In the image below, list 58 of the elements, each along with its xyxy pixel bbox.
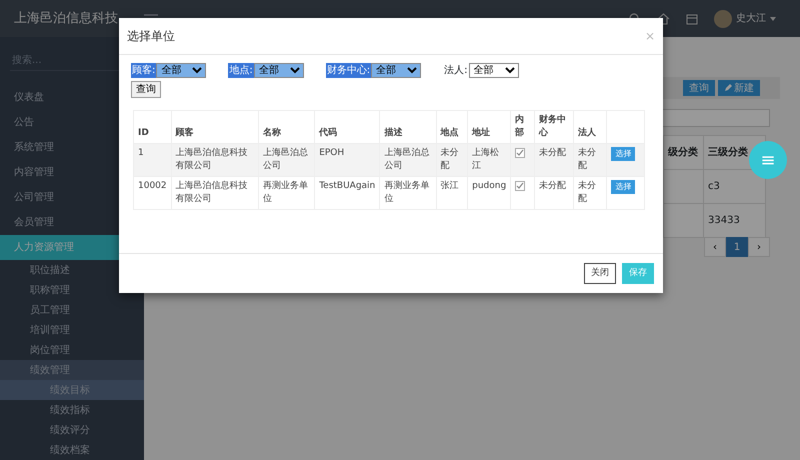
- app-title: 上海邑泊信息科技: [13, 10, 119, 28]
- query-button[interactable]: 查询: [131, 81, 161, 98]
- table-cell: TestBUAgain: [314, 176, 380, 210]
- sidebar-item[interactable]: 培训管理: [0, 320, 144, 340]
- select-field[interactable]: 全部: [254, 63, 304, 78]
- checkbox[interactable]: [515, 180, 526, 191]
- close-button[interactable]: 关闭: [584, 262, 616, 284]
- table-cell: 张江: [436, 176, 468, 210]
- table-cell: 再测业务单位: [258, 176, 315, 210]
- table-cell: 未分配: [574, 144, 607, 177]
- table-cell: 未分配: [436, 144, 468, 177]
- new-button[interactable]: 新建: [718, 80, 760, 96]
- table-cell: pudong: [468, 176, 511, 210]
- avatar[interactable]: [714, 10, 732, 28]
- caret-icon[interactable]: [770, 16, 776, 20]
- filter-label: 法人:: [443, 64, 468, 78]
- sidebar-item[interactable]: 绩效档案: [0, 440, 144, 460]
- sidebar-item[interactable]: 绩效指标: [0, 400, 144, 420]
- filter-label: 财务中心:: [326, 63, 372, 78]
- table-cell: 33433: [704, 204, 766, 238]
- query-button[interactable]: 查询: [683, 80, 715, 96]
- modal-title: 选择单位: [127, 28, 175, 45]
- column-header: ID: [134, 110, 172, 144]
- select-button[interactable]: 选择: [611, 147, 636, 161]
- checkbox[interactable]: [515, 148, 526, 158]
- table-cell: 上海松江: [468, 144, 511, 177]
- user-name[interactable]: 史大江: [736, 11, 766, 26]
- sidebar-item[interactable]: 员工管理: [0, 300, 144, 320]
- table-cell: EPOH: [314, 144, 380, 177]
- table-cell: 上海邑泊总公司: [380, 144, 436, 177]
- save-button[interactable]: 保存: [622, 262, 654, 284]
- table-cell: 上海邑泊信息科技有限公司: [171, 144, 258, 177]
- table-cell: c3: [704, 170, 766, 204]
- table-cell: 未分配: [534, 176, 574, 210]
- sidebar-item[interactable]: 绩效管理: [0, 360, 144, 380]
- calendar-icon[interactable]: [686, 12, 698, 24]
- column-header: 级分类: [664, 136, 704, 170]
- table-cell: 未分配: [574, 176, 607, 210]
- select-field[interactable]: 全部: [468, 63, 518, 78]
- select-button[interactable]: 选择: [611, 180, 636, 194]
- table-cell: 未分配: [534, 144, 574, 177]
- table-cell: 再测业务单位: [380, 176, 436, 210]
- table-cell: 1: [134, 144, 172, 177]
- close-button[interactable]: ×: [644, 27, 655, 45]
- select-field[interactable]: 全部: [371, 63, 422, 78]
- previous-page-button[interactable]: ‹: [704, 237, 726, 257]
- table-cell: 上海邑泊信息科技有限公司: [171, 176, 258, 210]
- filter-label: 顾客:: [131, 63, 156, 78]
- sidebar-item[interactable]: 绩效评分: [0, 420, 144, 440]
- page-button[interactable]: 1: [726, 237, 748, 257]
- next-page-button[interactable]: ›: [748, 237, 770, 257]
- select-field[interactable]: 全部: [156, 63, 206, 78]
- filter-label: 地点:: [228, 63, 254, 78]
- floating-menu-button[interactable]: ≡: [749, 141, 787, 179]
- table-cell: 上海邑泊总公司: [258, 144, 315, 177]
- sidebar-item[interactable]: 岗位管理: [0, 340, 144, 360]
- pencil-icon: [724, 84, 732, 92]
- table-cell: 10002: [134, 176, 172, 210]
